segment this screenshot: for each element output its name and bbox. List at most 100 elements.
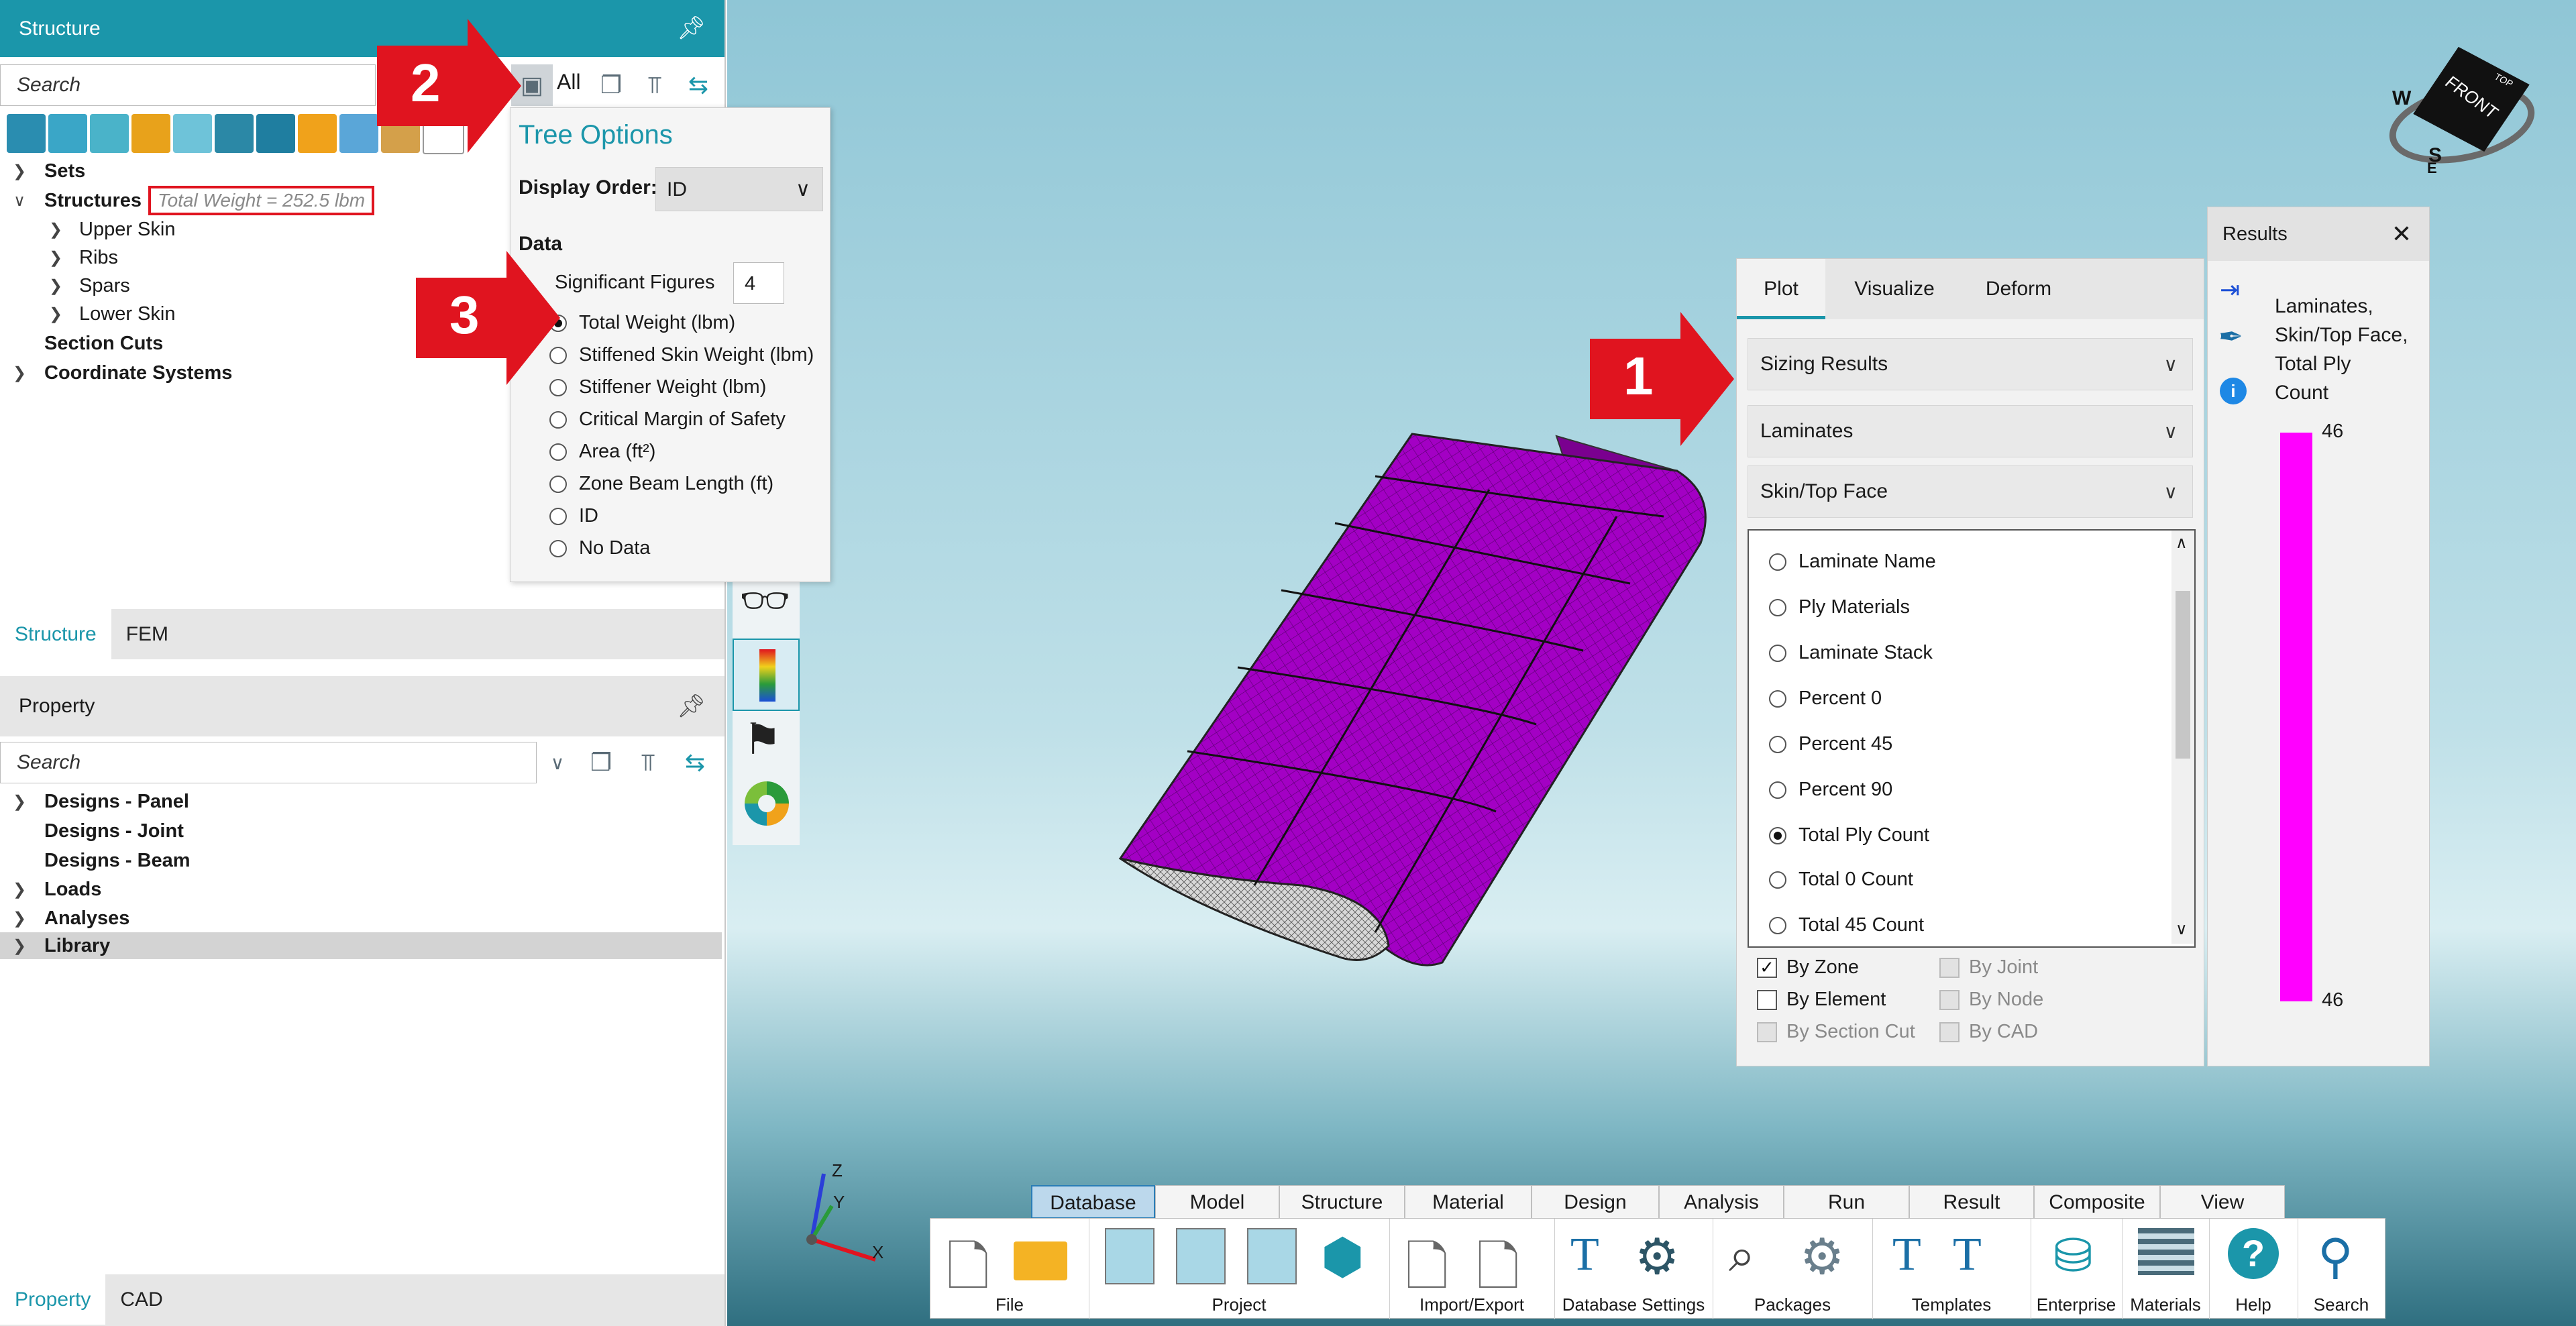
tab-property[interactable]: Property <box>0 1274 106 1325</box>
ribbon-tab-design[interactable]: Design <box>1532 1185 1659 1219</box>
radio-icon[interactable] <box>1769 916 1786 934</box>
gear-icon[interactable]: ⚙ <box>1800 1228 1844 1286</box>
view-cube[interactable]: FRONT TOP W S E <box>2381 40 2542 181</box>
gear-icon[interactable]: ⚙ <box>1635 1228 1679 1286</box>
list-item[interactable]: Percent 0 <box>1769 687 1882 710</box>
ribbon-tab-database[interactable]: Database <box>1031 1185 1155 1219</box>
project-icon[interactable] <box>1176 1228 1226 1284</box>
pin-icon[interactable]: 📌︎ <box>677 676 706 736</box>
copy-icon[interactable]: ❐ <box>580 742 622 783</box>
ribbon-tab-material[interactable]: Material <box>1405 1185 1532 1219</box>
tab-plot[interactable]: Plot <box>1737 259 1825 319</box>
template-icon[interactable]: T <box>1892 1228 1921 1282</box>
wing-model[interactable] <box>1100 416 1731 979</box>
list-item[interactable]: Percent 45 <box>1769 733 1892 755</box>
ribbon-tab-analysis[interactable]: Analysis <box>1659 1185 1784 1219</box>
beam-icon[interactable] <box>215 114 254 153</box>
tree-item-loads[interactable]: ❯ Loads <box>9 876 101 903</box>
tree-item-spars[interactable]: ❯ Spars <box>46 272 130 299</box>
option-id[interactable]: ID <box>549 505 598 527</box>
section-icon[interactable] <box>339 114 378 153</box>
checkered-flag-icon[interactable]: ⚑ <box>743 714 782 765</box>
chevron-down-icon[interactable]: ∨ <box>9 191 30 211</box>
list-item[interactable]: Percent 90 <box>1769 779 1892 801</box>
display-order-select[interactable]: ID ∨ <box>655 167 823 211</box>
radio-icon[interactable] <box>1769 781 1786 799</box>
ribbon-tab-structure[interactable]: Structure <box>1279 1185 1405 1219</box>
contour-button[interactable] <box>733 639 800 711</box>
radio-icon[interactable] <box>549 443 567 461</box>
hierarchy-icon[interactable]: ⫪ <box>634 64 676 106</box>
ribbon-tab-run[interactable]: Run <box>1784 1185 1909 1219</box>
tree-item-library[interactable]: ❯ Library <box>0 932 722 959</box>
tab-fem[interactable]: FEM <box>111 609 184 659</box>
option-stiffener-weight[interactable]: Stiffener Weight (lbm) <box>549 376 766 398</box>
tree-item-section-cuts[interactable]: Section Cuts <box>44 330 163 357</box>
by-zone-checkbox[interactable]: ✓ By Zone <box>1757 956 1859 979</box>
project-download-icon[interactable] <box>1247 1228 1297 1284</box>
panel-icon[interactable] <box>90 114 129 153</box>
template-icon[interactable]: T <box>1953 1228 1982 1282</box>
tab-cad[interactable]: CAD <box>105 1274 178 1325</box>
chevron-right-icon[interactable]: ❯ <box>9 909 30 928</box>
ribbon-tab-result[interactable]: Result <box>1909 1185 2034 1219</box>
chevron-down-icon[interactable]: ∨ <box>2176 920 2188 939</box>
radio-icon[interactable] <box>1769 735 1786 753</box>
box-icon[interactable] <box>256 114 295 153</box>
radio-icon[interactable] <box>1769 826 1786 844</box>
sync-icon[interactable]: ⇆ <box>674 742 716 783</box>
structure-search-input[interactable]: Search <box>0 64 376 106</box>
radio-icon[interactable] <box>1769 598 1786 616</box>
sizing-results-dropdown[interactable]: Sizing Results ∨ <box>1748 338 2193 390</box>
option-stiffened-skin-weight[interactable]: Stiffened Skin Weight (lbm) <box>549 344 814 366</box>
package-search-icon[interactable]: ⌕ <box>1729 1228 1755 1283</box>
ribbon-tab-model[interactable]: Model <box>1155 1185 1279 1219</box>
option-total-weight[interactable]: Total Weight (lbm) <box>549 312 735 334</box>
chevron-right-icon[interactable]: ❯ <box>9 936 30 956</box>
radio-icon[interactable] <box>549 539 567 557</box>
chevron-right-icon[interactable]: ❯ <box>9 162 30 181</box>
tree-item-structures[interactable]: ∨ Structures Total Weight = 252.5 lbm <box>9 186 375 215</box>
copy-icon[interactable]: ❐ <box>590 64 632 106</box>
chevron-up-icon[interactable]: ∧ <box>2176 533 2188 553</box>
tab-visualize[interactable]: Visualize <box>1831 259 1958 319</box>
chevron-right-icon[interactable]: ❯ <box>9 792 30 812</box>
tree-item-sets[interactable]: ❯ Sets <box>9 158 85 184</box>
all-filter-button[interactable]: All <box>557 70 581 95</box>
glasses-icon[interactable]: 👓︎ <box>739 577 790 624</box>
radio-icon[interactable] <box>1769 644 1786 662</box>
tree-item-analyses[interactable]: ❯ Analyses <box>9 905 129 932</box>
list-item[interactable]: Total 45 Count <box>1769 914 1924 936</box>
option-area[interactable]: Area (ft²) <box>549 441 655 463</box>
option-critical-margin[interactable]: Critical Margin of Safety <box>549 408 786 431</box>
tab-deform[interactable]: Deform <box>1958 259 2079 319</box>
radio-icon[interactable] <box>549 507 567 525</box>
skin-top-face-dropdown[interactable]: Skin/Top Face ∨ <box>1748 465 2193 518</box>
property-search-input[interactable]: Search <box>0 742 537 783</box>
plate-icon[interactable] <box>173 114 212 153</box>
tree-item-lower-skin[interactable]: ❯ Lower Skin <box>46 300 176 327</box>
open-folder-icon[interactable] <box>1014 1241 1067 1280</box>
pen-icon[interactable]: ✒ <box>2218 320 2243 354</box>
help-icon[interactable]: ? <box>2228 1228 2279 1279</box>
chevron-right-icon[interactable]: ❯ <box>9 880 30 899</box>
list-scrollbar[interactable]: ∧ ∨ <box>2171 531 2194 944</box>
laminates-dropdown[interactable]: Laminates ∨ <box>1748 405 2193 457</box>
tree-item-ribs[interactable]: ❯ Ribs <box>46 244 118 271</box>
template-settings-icon[interactable]: T <box>1570 1228 1599 1282</box>
tree-item-upper-skin[interactable]: ❯ Upper Skin <box>46 216 176 243</box>
result-type-list[interactable]: Laminate Name Ply Materials Laminate Sta… <box>1748 529 2196 948</box>
layers-icon[interactable] <box>298 114 337 153</box>
list-item[interactable]: Ply Materials <box>1769 596 1910 618</box>
export-arrow-icon[interactable]: ⇥ <box>2220 276 2240 304</box>
pin-icon[interactable]: 📌︎ <box>677 0 706 57</box>
radio-icon[interactable] <box>1769 871 1786 889</box>
list-item[interactable]: Total 0 Count <box>1769 869 1913 891</box>
chevron-down-icon[interactable]: ∨ <box>537 742 578 783</box>
radio-icon[interactable] <box>549 410 567 429</box>
donut-chart-icon[interactable] <box>745 781 789 826</box>
radio-icon[interactable] <box>1769 553 1786 571</box>
radio-icon[interactable] <box>1769 689 1786 708</box>
new-project-icon[interactable] <box>1105 1228 1155 1284</box>
list-item[interactable]: Total Ply Count <box>1769 824 1929 846</box>
